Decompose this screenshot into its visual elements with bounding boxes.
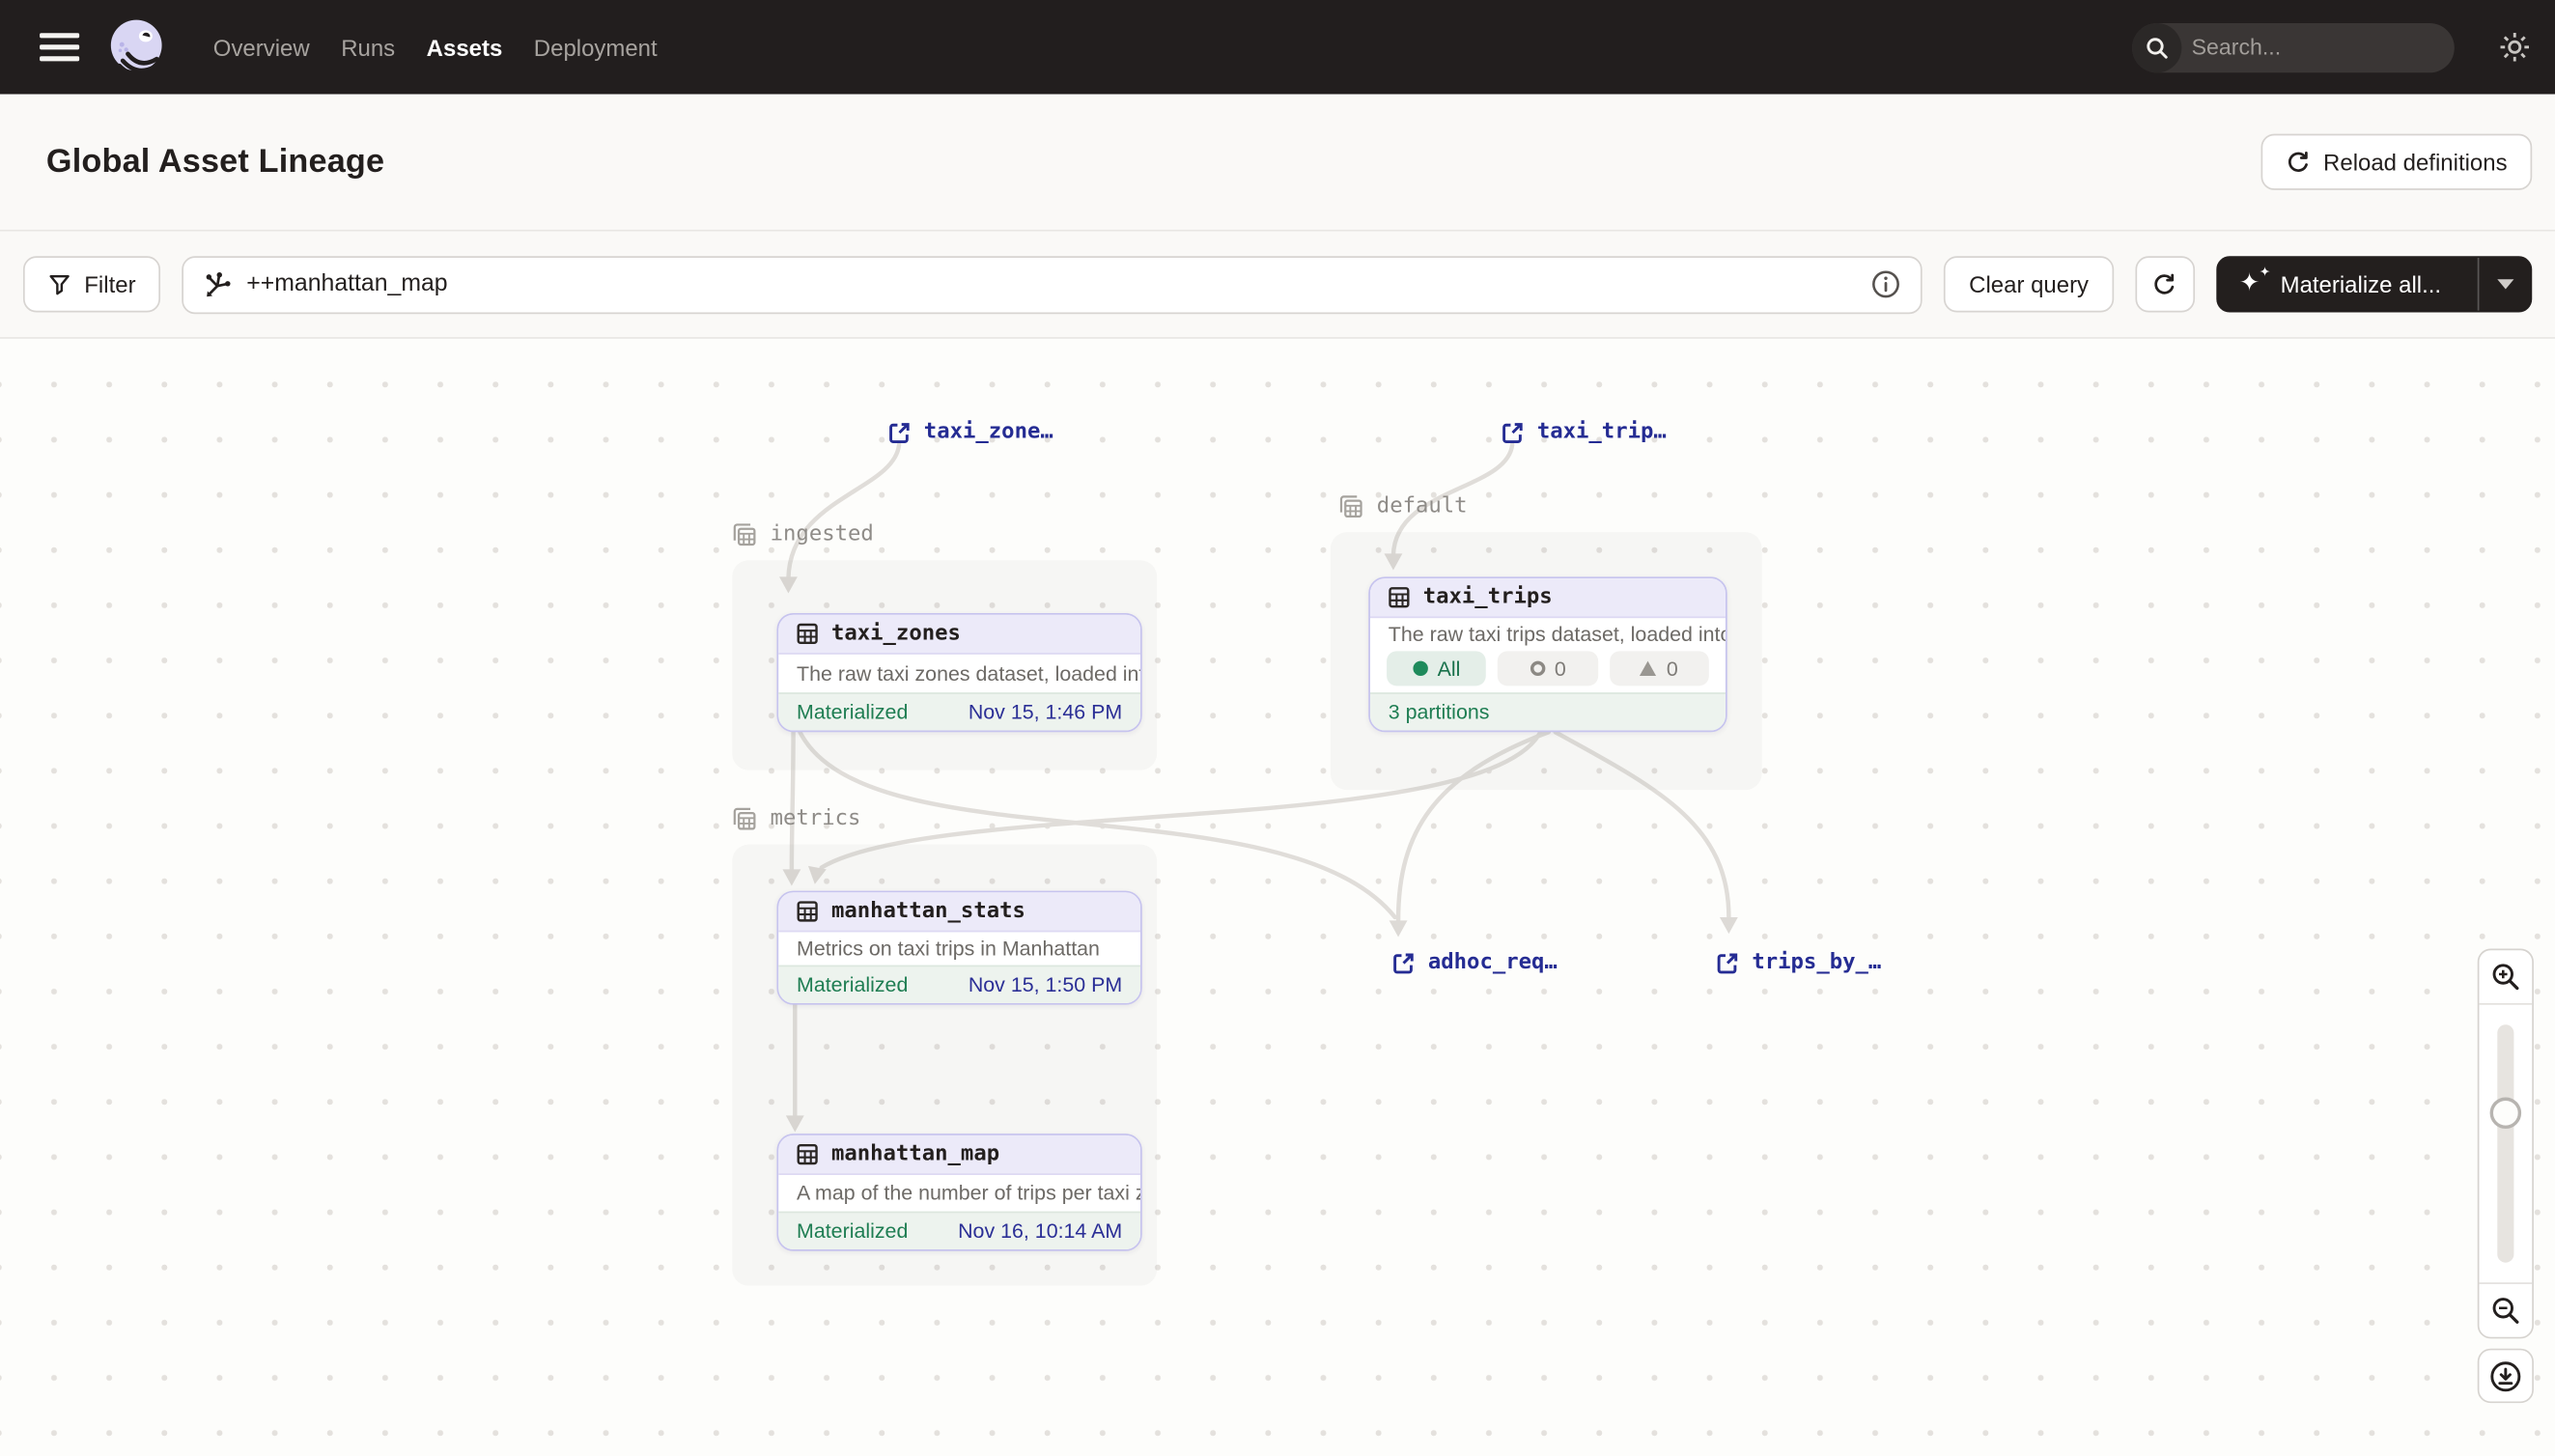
table-icon xyxy=(797,901,818,922)
asset-node-taxi-trips[interactable]: taxi_trips The raw taxi trips dataset, l… xyxy=(1368,576,1727,732)
asset-name: manhattan_map xyxy=(831,1142,999,1167)
partition-count[interactable]: 3 partitions xyxy=(1389,701,1490,724)
main-nav: Overview Runs Assets Deployment xyxy=(213,34,658,60)
status-badge: Materialized xyxy=(797,973,908,996)
zoom-out-icon xyxy=(2490,1296,2520,1326)
zoom-slider-thumb[interactable] xyxy=(2490,1098,2522,1130)
asset-name: taxi_zones xyxy=(831,622,961,647)
external-link-icon xyxy=(1501,421,1524,444)
nav-deployment[interactable]: Deployment xyxy=(534,34,658,60)
materialize-dropdown-caret[interactable] xyxy=(2478,258,2531,311)
table-icon xyxy=(797,1143,818,1164)
lineage-edges xyxy=(0,339,2555,1456)
asset-name: taxi_trips xyxy=(1423,585,1553,610)
zoom-controls xyxy=(2478,948,2534,1338)
failed-triangle-icon xyxy=(1641,661,1657,676)
external-link-icon xyxy=(887,421,911,444)
topbar-right: / xyxy=(2132,22,2532,71)
partition-badges: All 0 0 xyxy=(1370,651,1726,692)
zoom-out-button[interactable] xyxy=(2479,1284,2532,1337)
download-image-button[interactable] xyxy=(2478,1349,2534,1403)
status-badge: Materialized xyxy=(797,701,908,724)
asset-description: The raw taxi zones dataset, loaded int..… xyxy=(778,655,1140,692)
external-link-icon xyxy=(1391,951,1415,974)
chevron-down-icon xyxy=(2496,279,2513,289)
download-icon xyxy=(2489,1359,2522,1392)
materialize-all-button[interactable]: ✦✦ Materialize all... xyxy=(2216,256,2532,312)
group-table-icon xyxy=(732,806,757,831)
funnel-icon xyxy=(48,272,71,295)
asset-description: Metrics on taxi trips in Manhattan xyxy=(778,932,1140,965)
missing-ring-icon xyxy=(1530,661,1544,676)
asset-description: A map of the number of trips per taxi z.… xyxy=(778,1175,1140,1212)
search-input[interactable] xyxy=(2181,35,2454,60)
group-label-ingested[interactable]: ingested xyxy=(732,522,874,547)
status-badge: Materialized xyxy=(797,1219,908,1243)
external-link-icon xyxy=(1716,951,1739,974)
partitions-missing-badge[interactable]: 0 xyxy=(1498,651,1597,686)
materialization-timestamp[interactable]: Nov 15, 1:46 PM xyxy=(969,701,1122,724)
zoom-slider[interactable] xyxy=(2479,1003,2532,1284)
partitions-failed-badge[interactable]: 0 xyxy=(1610,651,1709,686)
refresh-button[interactable] xyxy=(2135,256,2195,312)
asset-node-manhattan-stats[interactable]: manhattan_stats Metrics on taxi trips in… xyxy=(776,891,1141,1005)
filter-button[interactable]: Filter xyxy=(23,256,160,312)
success-dot-icon xyxy=(1413,661,1427,676)
partitions-all-badge[interactable]: All xyxy=(1387,651,1486,686)
zoom-slider-track xyxy=(2497,1024,2513,1262)
sparkles-icon: ✦✦ xyxy=(2241,271,2267,297)
group-label-default[interactable]: default xyxy=(1338,494,1467,519)
asset-name: manhattan_stats xyxy=(831,899,1025,924)
zoom-in-button[interactable] xyxy=(2479,950,2532,1003)
materialization-timestamp[interactable]: Nov 16, 10:14 AM xyxy=(958,1219,1122,1243)
page-title: Global Asset Lineage xyxy=(46,143,384,181)
page-header: Global Asset Lineage Reload definitions xyxy=(0,95,2555,232)
materialization-timestamp[interactable]: Nov 15, 1:50 PM xyxy=(969,973,1122,996)
settings-gear-icon[interactable] xyxy=(2497,30,2532,65)
lineage-toolbar: Filter Clear query xyxy=(0,232,2555,339)
group-table-icon xyxy=(1338,494,1363,519)
asset-node-taxi-zones[interactable]: taxi_zones The raw taxi zones dataset, l… xyxy=(776,613,1141,732)
table-icon xyxy=(1389,587,1410,608)
asset-description: The raw taxi trips dataset, loaded into … xyxy=(1370,618,1726,651)
graph-selector-icon xyxy=(204,270,232,298)
top-nav-bar: Overview Runs Assets Deployment / xyxy=(0,0,2555,95)
group-label-metrics[interactable]: metrics xyxy=(732,806,860,831)
external-asset-taxi-trip[interactable]: taxi_trip… xyxy=(1501,420,1667,445)
zoom-in-icon xyxy=(2490,962,2520,992)
search-icon xyxy=(2132,22,2181,71)
hamburger-menu-icon[interactable] xyxy=(40,33,79,61)
external-asset-taxi-zone[interactable]: taxi_zone… xyxy=(887,420,1053,445)
asset-selection-input[interactable] xyxy=(182,255,1923,313)
lineage-canvas[interactable]: ingested default metrics taxi_zo xyxy=(0,339,2555,1456)
nav-overview[interactable]: Overview xyxy=(213,34,310,60)
table-icon xyxy=(797,623,818,644)
asset-node-manhattan-map[interactable]: manhattan_map A map of the number of tri… xyxy=(776,1134,1141,1251)
reload-icon xyxy=(2286,150,2311,175)
group-table-icon xyxy=(732,522,757,547)
external-asset-trips-by[interactable]: trips_by_… xyxy=(1716,950,1882,975)
global-search[interactable]: / xyxy=(2132,22,2455,71)
refresh-icon xyxy=(2152,272,2177,297)
app-window: Overview Runs Assets Deployment / Globa xyxy=(0,0,2555,1456)
clear-query-button[interactable]: Clear query xyxy=(1945,256,2114,312)
external-asset-adhoc-req[interactable]: adhoc_req… xyxy=(1391,950,1558,975)
nav-runs[interactable]: Runs xyxy=(341,34,395,60)
nav-assets[interactable]: Assets xyxy=(427,34,503,60)
dagster-logo[interactable] xyxy=(106,16,167,77)
reload-definitions-button[interactable]: Reload definitions xyxy=(2260,134,2532,190)
info-icon[interactable] xyxy=(1871,269,1901,299)
asset-query-input[interactable] xyxy=(246,271,1857,297)
